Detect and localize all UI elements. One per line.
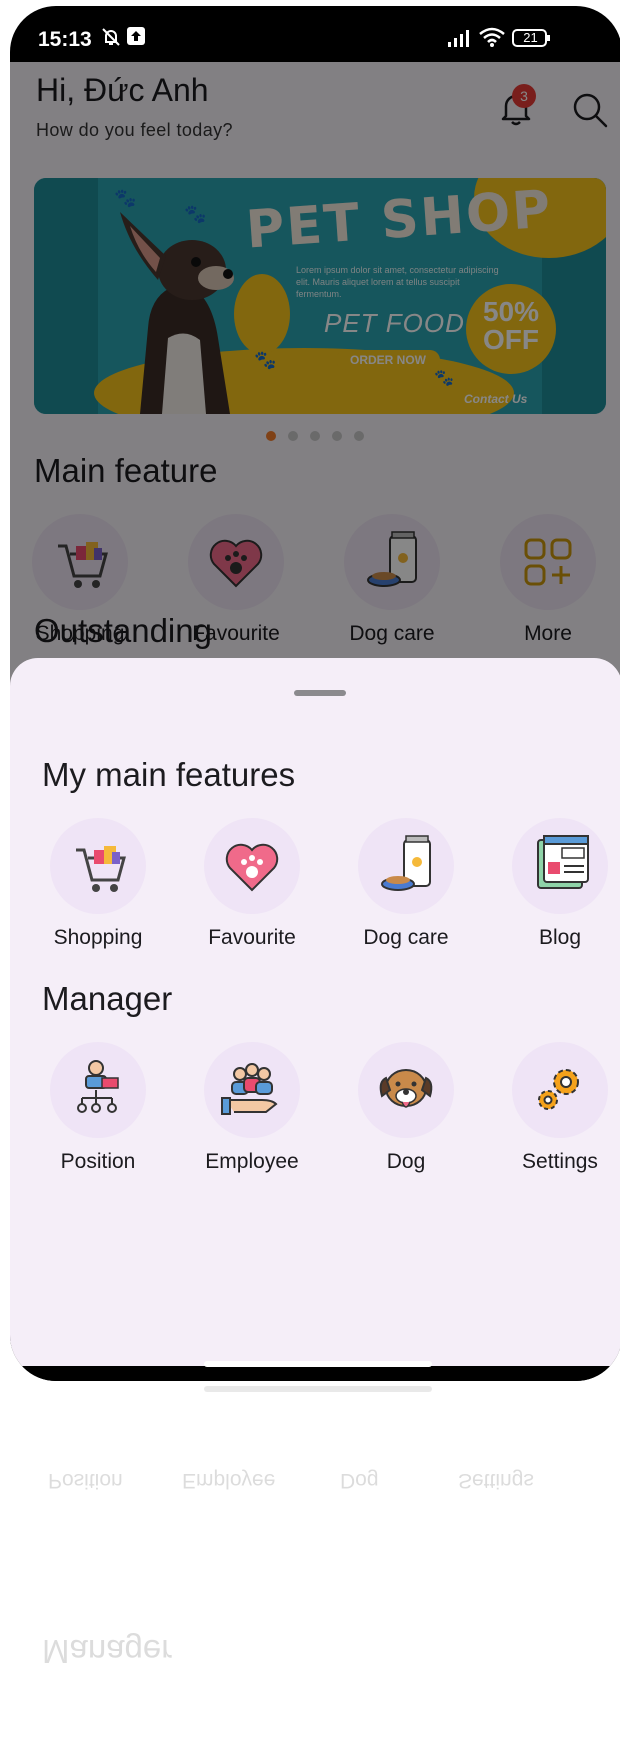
signal-icon: [447, 28, 473, 53]
blog-icon: [512, 818, 608, 914]
sheet-feature-dog-care[interactable]: Dog care: [346, 818, 466, 950]
feature-label: Shopping: [53, 926, 143, 949]
status-time: 15:13: [38, 28, 92, 51]
manager-settings[interactable]: Settings: [500, 1042, 620, 1174]
feature-label: Position: [60, 1150, 136, 1173]
silent-bell-icon: [100, 26, 122, 53]
feature-label: Settings: [522, 1150, 598, 1173]
sheet-feature-blog[interactable]: Blog: [500, 818, 620, 950]
system-nav-bar: [10, 1366, 620, 1381]
reflection-label: Settings: [458, 1469, 534, 1492]
reflection-label: Employee: [182, 1469, 276, 1492]
heart-paw-icon: [204, 818, 300, 914]
battery-level: 21: [523, 30, 538, 45]
dog-face-icon: [358, 1042, 454, 1138]
feature-label: Employee: [205, 1150, 299, 1173]
feature-label: Dog care: [363, 926, 449, 949]
shopping-cart-icon: [50, 818, 146, 914]
manager-title: Manager: [42, 980, 173, 1017]
manager-employee[interactable]: Employee: [192, 1042, 312, 1174]
sheet-feature-favourite[interactable]: Favourite: [192, 818, 312, 950]
features-bottom-sheet: My main features Shopping Favourite Dog …: [10, 658, 620, 1366]
feature-label: Blog: [538, 926, 582, 949]
feature-label: Dog: [386, 1150, 426, 1173]
home-indicator[interactable]: [204, 1361, 432, 1367]
phone-frame: 15:13 21 Hi, Đức Anh How do you feel tod…: [10, 6, 620, 1381]
reflection-label: Dog: [340, 1469, 379, 1492]
feature-label: Favourite: [208, 926, 296, 949]
my-features-title: My main features: [42, 756, 296, 793]
org-chart-icon: [50, 1042, 146, 1138]
upload-icon: [126, 26, 146, 51]
reflection-label: Position: [48, 1469, 123, 1492]
status-bar: 15:13 21: [10, 6, 620, 62]
dog-food-icon: [358, 818, 454, 914]
home-screen: Hi, Đức Anh How do you feel today? 3 PET…: [10, 62, 620, 1366]
manager-dog[interactable]: Dog: [346, 1042, 466, 1174]
phone-reflection: Position Employee Dog Settings Manager: [10, 1386, 620, 1749]
wifi-icon: [478, 26, 506, 53]
reflection-title: Manager: [42, 1633, 173, 1670]
gears-icon: [512, 1042, 608, 1138]
manager-position[interactable]: Position: [38, 1042, 158, 1174]
employee-group-icon: [204, 1042, 300, 1138]
sheet-drag-handle[interactable]: [294, 690, 346, 696]
sheet-feature-shopping[interactable]: Shopping: [38, 818, 158, 950]
reflection-bar: [204, 1386, 432, 1392]
